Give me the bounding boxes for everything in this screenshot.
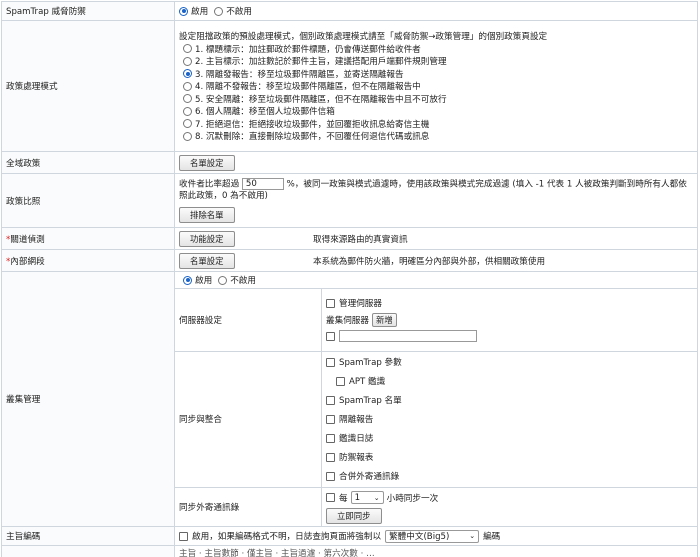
policy-option-radio-7[interactable]	[183, 119, 192, 128]
settings-page: SpamTrap 威脅防禦 啟用 不啟用 政策處理模式 設定阻擋政策的預設處理模…	[0, 0, 700, 557]
spamtrap-disable-label: 不啟用	[226, 7, 252, 17]
server-settings-label: 伺服器設定	[175, 289, 322, 352]
global-policy-label: 全域政策	[1, 151, 175, 174]
subject-encoding-text: 啟用，如果編碼格式不明，日誌查詢頁面將強制以	[192, 532, 382, 542]
exclude-list-button[interactable]: 排除名單	[179, 206, 235, 223]
sync-defense-report-checkbox[interactable]	[326, 452, 335, 462]
sync-out-unit: 小時同步一次	[386, 493, 439, 504]
policy-option-4: 4. 隔離不發報告：移至垃圾郵件隔離區，但不在隔離報告中	[195, 82, 421, 92]
row-internal-network: *內部網段 名單設定 本系統為郵件防火牆，明確區分內部與外部，供相關政策使用	[1, 249, 698, 272]
manage-server-label: 管理伺服器	[339, 299, 382, 310]
relay-detect-label: 關道偵測	[10, 234, 45, 245]
sync-out-label: 同步外寄通訊錄	[175, 487, 322, 526]
policy-option-radio-6[interactable]	[183, 106, 192, 116]
policy-mode-content: 設定阻擋政策的預設處理模式，個別政策處理模式請至「威脅防禦→政策管理」的個別政策…	[174, 20, 698, 152]
encoding-value: 繁體中文(Big5)	[389, 532, 450, 542]
cluster-label: 叢集管理	[1, 271, 175, 527]
sync-apt-checkbox[interactable]	[336, 376, 345, 386]
policy-option-2: 2. 主旨標示：加註數記於郵件主旨，建議搭配用戶端郵件規則管理	[195, 57, 447, 67]
row-policy-mode: 政策處理模式 設定阻擋政策的預設處理模式，個別政策處理模式請至「威脅防禦→政策管…	[1, 20, 698, 152]
encoding-select[interactable]: 繁體中文(Big5) ⌄	[385, 529, 480, 543]
policy-ratio-text: 收件者比率超過 50 %，被同一政策與模式過濾時，使用該政策與模式完成過濾 (填…	[179, 178, 693, 203]
row-cluster: 叢集管理 啟用 不啟用 伺服器設定 管理伺服器 叢集伺服器 新增 同步與整合 S…	[1, 271, 698, 527]
policy-mode-options: 1. 標題標示：加註郵政於郵件標題，仍會傳送郵件給收件者 2. 主旨標示：加註數…	[179, 42, 693, 142]
sync-spamtrap-list-checkbox[interactable]	[326, 395, 335, 405]
cluster-options: 啟用 不啟用	[175, 272, 697, 289]
internal-network-description: 本系統為郵件防火牆，明確區分內部與外部，供相關政策使用	[313, 256, 546, 267]
policy-ratio-input[interactable]: 50	[241, 178, 284, 191]
cluster-server-checkbox[interactable]	[326, 331, 335, 341]
policy-option-1: 1. 標題標示：加註郵政於郵件標題，仍會傳送郵件給收件者	[195, 44, 421, 55]
sync-interval-select[interactable]: 1 ⌄	[350, 491, 384, 505]
subject-encoding-suffix: 編碼	[483, 532, 501, 542]
sync-quarantine-report-checkbox[interactable]	[326, 414, 335, 424]
policy-option-radio-2[interactable]	[183, 56, 192, 66]
subject-encoding-checkbox[interactable]	[179, 531, 188, 541]
sync-out-checkbox[interactable]	[326, 493, 335, 503]
sync-apt-label: APT 鑑識	[349, 377, 386, 387]
sync-defense-report-label: 防禦報表	[339, 453, 374, 463]
policy-option-3: 3. 隔離發報告：移至垃圾郵件隔離區，並寄送隔離報告	[195, 69, 404, 80]
relay-detect-settings-button[interactable]: 功能設定	[179, 230, 235, 247]
policy-option-radio-8[interactable]	[183, 131, 192, 141]
add-server-button[interactable]: 新增	[371, 312, 397, 327]
sync-spamtrap-params-checkbox[interactable]	[326, 357, 335, 367]
subject-encoding-label: 主旨編碼	[1, 526, 175, 546]
sync-merge-contacts-checkbox[interactable]	[326, 471, 335, 481]
row-relay-detect: *關道偵測 功能設定 取得來源路由的真實資訊	[1, 227, 698, 250]
policy-option-6: 6. 個人隔離：移至個人垃圾郵件信箱	[195, 107, 335, 117]
sync-forensic-log-checkbox[interactable]	[326, 433, 335, 443]
policy-option-radio-3[interactable]	[183, 69, 192, 78]
policy-mode-description: 設定阻擋政策的預設處理模式，個別政策處理模式請至「威脅防禦→政策管理」的個別政策…	[179, 32, 548, 42]
row-partial: 主旨 · 主旨數節 · 僅主旨 · 主旨過濾 · 第六次數 · …	[1, 545, 698, 557]
spamtrap-label: SpamTrap 威脅防禦	[1, 1, 175, 21]
spamtrap-options: 啟用 不啟用	[174, 1, 698, 21]
cluster-subtable: 伺服器設定 管理伺服器 叢集伺服器 新增 同步與整合 SpamTrap 參數 AP…	[175, 289, 697, 526]
sync-merge-contacts-label: 合併外寄通訊錄	[339, 472, 400, 482]
spamtrap-enable-label: 啟用	[191, 7, 209, 17]
manage-server-checkbox[interactable]	[326, 298, 335, 308]
internal-network-list-button[interactable]: 名單設定	[179, 252, 235, 269]
cluster-disable-label: 不啟用	[230, 276, 256, 286]
policy-option-5: 5. 安全隔離：移至垃圾郵件隔離區，但不在隔離報告中且不可放行	[195, 94, 447, 105]
settings-table: SpamTrap 威脅防禦 啟用 不啟用 政策處理模式 設定阻擋政策的預設處理模…	[1, 1, 698, 557]
partial-row-text: 主旨 · 主旨數節 · 僅主旨 · 主旨過濾 · 第六次數 · …	[179, 548, 375, 557]
sync-now-button[interactable]: 立即同步	[326, 508, 382, 525]
sync-spamtrap-list-label: SpamTrap 名單	[339, 396, 402, 406]
sync-out-every: 每	[339, 493, 348, 504]
policy-ratio-label: 政策比照	[1, 173, 175, 228]
cluster-enable-radio[interactable]	[183, 275, 192, 285]
cluster-server-input[interactable]	[339, 330, 477, 343]
row-spamtrap: SpamTrap 威脅防禦 啟用 不啟用	[1, 1, 698, 21]
spamtrap-enable-radio[interactable]	[179, 6, 188, 16]
policy-ratio-prefix: 收件者比率超過	[179, 179, 240, 190]
sync-forensic-log-label: 鑑識日誌	[339, 434, 374, 444]
cluster-disable-radio[interactable]	[218, 275, 228, 285]
row-policy-ratio: 政策比照 收件者比率超過 50 %，被同一政策與模式過濾時，使用該政策與模式完成…	[1, 173, 698, 228]
policy-mode-label: 政策處理模式	[1, 20, 175, 152]
policy-option-7: 7. 拒絕退信：拒絕接收垃圾郵件，並回覆拒收訊息給寄信主機	[195, 119, 430, 130]
global-policy-list-button[interactable]: 名單設定	[179, 154, 235, 171]
policy-option-radio-1[interactable]	[183, 44, 192, 53]
relay-detect-description: 取得來源路由的真實資訊	[313, 234, 408, 245]
sync-label: 同步與整合	[175, 351, 322, 488]
policy-option-radio-5[interactable]	[183, 94, 192, 103]
sync-quarantine-report-label: 隔離報告	[339, 415, 374, 425]
spamtrap-disable-radio[interactable]	[214, 6, 224, 16]
sync-spamtrap-params-label: SpamTrap 參數	[339, 358, 402, 368]
sync-interval-value: 1	[354, 492, 361, 503]
cluster-server-label: 叢集伺服器	[326, 315, 369, 326]
cluster-enable-label: 啟用	[195, 276, 213, 286]
chevron-down-icon: ⌄	[373, 493, 380, 502]
internal-network-label: 內部網段	[10, 256, 45, 267]
row-subject-encoding: 主旨編碼 啟用，如果編碼格式不明，日誌查詢頁面將強制以 繁體中文(Big5) ⌄ …	[1, 526, 698, 546]
chevron-down-icon: ⌄	[469, 532, 476, 540]
row-global-policy: 全域政策 名單設定	[1, 151, 698, 174]
policy-option-8: 8. 沉默刪除：直接刪除垃圾郵件，不回覆任何退信代碼或訊息	[195, 132, 430, 142]
policy-option-radio-4[interactable]	[183, 81, 192, 91]
